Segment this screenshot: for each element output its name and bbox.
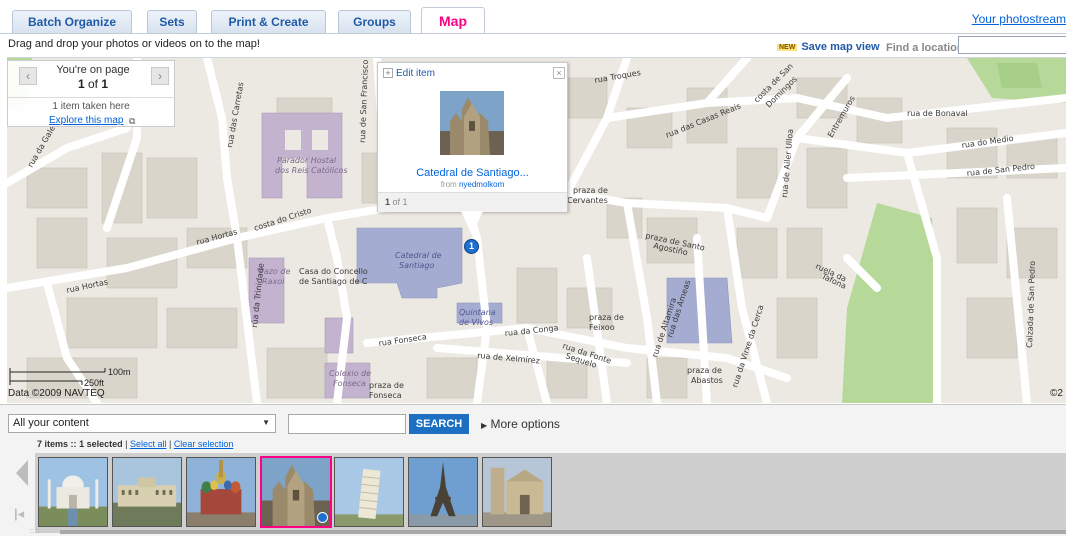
popup-count-current: 1 — [385, 197, 391, 207]
content-filter-select[interactable]: All your content ▼ — [8, 414, 276, 433]
instruction-text: Drag and drop your photos or videos on t… — [8, 38, 260, 50]
svg-text:Fonseca: Fonseca — [369, 391, 402, 400]
tab-bar: Batch Organize Sets Print & Create Group… — [0, 0, 1066, 34]
svg-text:praza de: praza de — [369, 381, 404, 390]
scale-metric: 100m — [108, 367, 131, 377]
chevron-right-icon: › — [158, 69, 162, 83]
items-taken-here: 1 item taken here — [8, 97, 174, 112]
dropdown-arrow-icon: ▼ — [262, 418, 270, 427]
more-options-label: More options — [490, 417, 560, 431]
scroll-grip-icon: :: :: — [30, 528, 40, 535]
save-map-view-label: Save map view — [801, 41, 880, 53]
map-item-popup: + Edit item × Catedral de Santiago... fro… — [377, 62, 568, 212]
selection-status: 7 items :: 1 selected | Select all | Cle… — [37, 439, 234, 449]
popup-owner-line: from nyedmolkom — [378, 180, 567, 189]
scale-imperial: 250ft — [84, 378, 105, 388]
page-of: of — [87, 77, 98, 91]
svg-text:Feixoo: Feixoo — [589, 323, 615, 332]
photo-thumbnail[interactable] — [408, 457, 478, 527]
page-current: 1 — [77, 77, 85, 91]
popup-photo-title[interactable]: Catedral de Santiago... — [378, 167, 567, 179]
selected-count: 1 selected — [79, 439, 123, 449]
external-window-icon[interactable]: ⧉ — [129, 116, 135, 127]
popup-count-text: of 1 — [392, 197, 408, 207]
svg-text:Catedral de: Catedral de — [395, 251, 442, 260]
from-label: from — [440, 180, 457, 189]
svg-text:Raxoi: Raxoi — [262, 277, 285, 286]
more-options-toggle[interactable]: ▶ More options — [481, 417, 560, 431]
svg-text:Pazo de: Pazo de — [259, 267, 290, 276]
svg-text:Fonseca: Fonseca — [333, 379, 366, 388]
svg-text:praza de: praza de — [687, 366, 722, 375]
filmstrip-scrollbar[interactable] — [60, 530, 1066, 534]
close-icon[interactable]: × — [553, 67, 565, 79]
save-map-view-button[interactable]: NEW Save map view — [777, 41, 880, 53]
map-toolbar: Drag and drop your photos or videos on t… — [0, 34, 1066, 56]
svg-text:Cervantes: Cervantes — [567, 196, 608, 205]
edit-item-button[interactable]: + Edit item — [383, 68, 435, 79]
svg-text:Quintana: Quintana — [459, 308, 496, 317]
tab-batch-organize[interactable]: Batch Organize — [12, 10, 132, 33]
page-total: 1 — [101, 77, 109, 91]
photo-thumbnail[interactable] — [334, 457, 404, 527]
content-filter-value: All your content — [13, 417, 89, 429]
popup-photo-thumbnail[interactable] — [440, 91, 504, 155]
svg-text:praza de: praza de — [589, 313, 624, 322]
svg-text:Colexio de: Colexio de — [329, 369, 371, 378]
edit-item-label: Edit item — [396, 68, 435, 79]
explore-map-link[interactable]: Explore this map — [49, 115, 123, 126]
svg-text:Abastos: Abastos — [691, 376, 723, 385]
page-prev-button[interactable]: ‹ — [19, 67, 37, 85]
search-button[interactable]: SEARCH — [409, 414, 469, 434]
popup-pointer — [461, 211, 483, 235]
map-copyright: Data ©2009 NAVTEQ — [8, 388, 105, 399]
clear-selection-link[interactable]: Clear selection — [174, 439, 234, 449]
popup-count: 1 of 1 — [378, 192, 567, 212]
svg-text:Santiago: Santiago — [399, 261, 434, 270]
svg-text:rua de Bonaval: rua de Bonaval — [907, 109, 968, 118]
photo-thumbnail[interactable] — [186, 457, 256, 527]
page-next-button[interactable]: › — [151, 67, 169, 85]
svg-text:de Santiago de C: de Santiago de C — [299, 277, 368, 286]
select-all-link[interactable]: Select all — [130, 439, 167, 449]
svg-text:praza de: praza de — [573, 186, 608, 195]
map-page-nav: ‹ You're on page 1 of 1 › 1 item taken h… — [7, 60, 175, 127]
photo-thumbnail[interactable] — [112, 457, 182, 527]
filmstrip-first-icon[interactable]: |◂ — [14, 506, 24, 522]
tab-print-create[interactable]: Print & Create — [211, 10, 326, 33]
separator: :: — [70, 439, 77, 449]
tab-sets[interactable]: Sets — [147, 10, 197, 33]
map-copyright-right: ©2 — [1050, 388, 1063, 399]
photo-thumbnail[interactable] — [482, 457, 552, 527]
svg-text:de Vivos: de Vivos — [459, 318, 493, 327]
owner-link[interactable]: nyedmolkom — [459, 180, 504, 189]
map-marker-pin[interactable]: 1 — [464, 239, 479, 254]
chevron-left-icon: ‹ — [26, 69, 30, 83]
page-label: You're on page — [56, 64, 130, 76]
plus-icon: + — [383, 68, 393, 78]
tab-map[interactable]: Map — [421, 7, 485, 34]
page-indicator: 1 of 1 — [38, 77, 148, 91]
new-badge: NEW — [777, 44, 798, 51]
photostream-link[interactable]: Your photostream — [972, 12, 1066, 26]
svg-text:Parador Hostal: Parador Hostal — [277, 156, 337, 165]
triangle-right-icon: ▶ — [481, 421, 488, 430]
tab-groups[interactable]: Groups — [338, 10, 411, 33]
find-location-input[interactable] — [958, 36, 1066, 54]
search-input[interactable] — [288, 414, 406, 434]
items-count: 7 items — [37, 439, 69, 449]
svg-text:Casa do Concello: Casa do Concello — [299, 267, 368, 276]
selected-indicator-icon — [317, 512, 328, 523]
filmstrip — [35, 453, 1066, 533]
photo-thumbnail[interactable] — [38, 457, 108, 527]
photo-thumbnail-selected[interactable] — [260, 456, 332, 528]
find-location-label: Find a location — [886, 42, 964, 54]
filmstrip-prev-icon[interactable] — [16, 460, 28, 486]
svg-text:dos Reis Católicos: dos Reis Católicos — [275, 165, 348, 175]
